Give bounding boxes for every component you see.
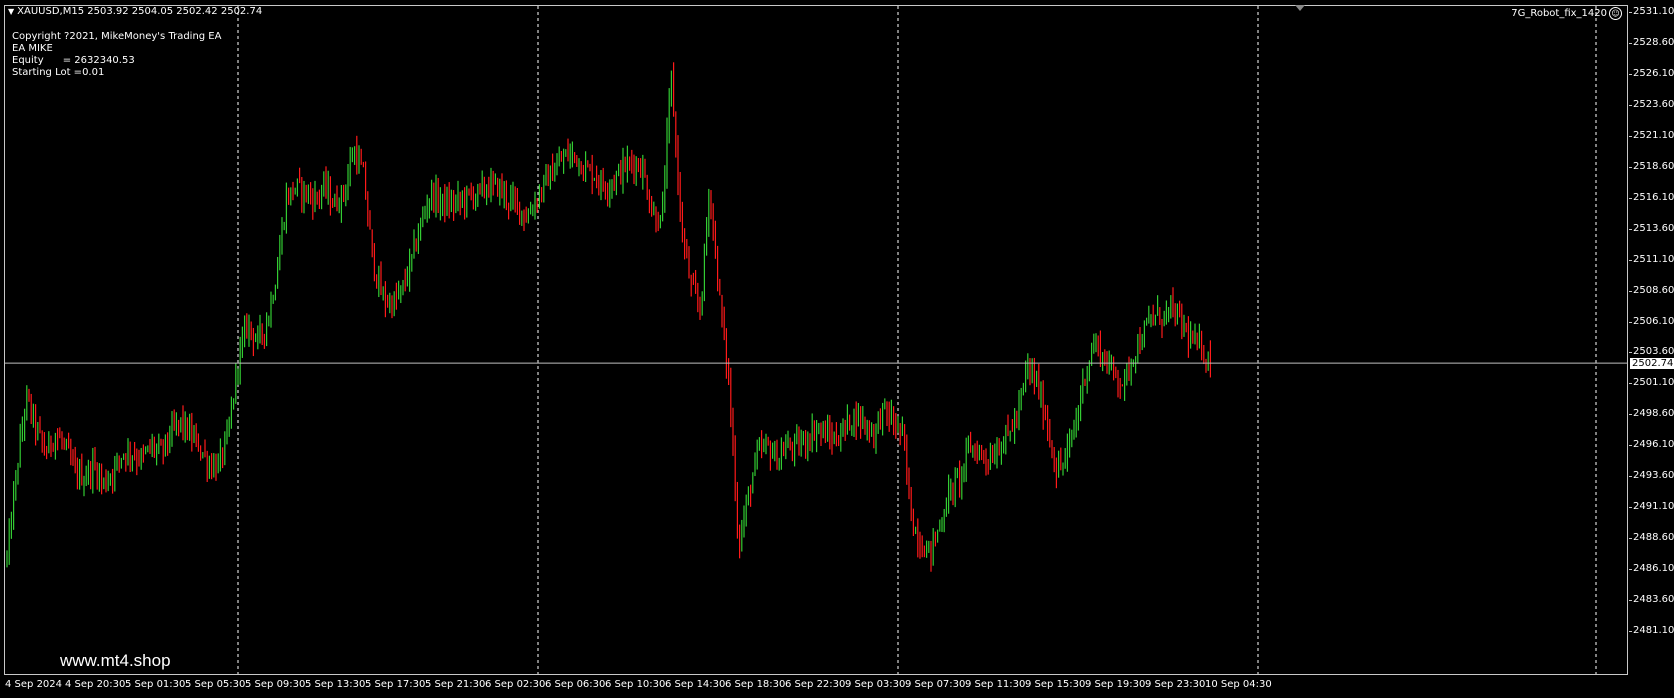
chart-window[interactable]: ▼ XAUUSD,M15 2503.92 2504.05 2502.42 2502…: [0, 0, 1674, 698]
time-tick: 9 Sep 15:30: [1025, 679, 1086, 690]
price-tick: 2511.10: [1628, 253, 1674, 265]
time-tick: 6 Sep 18:30: [725, 679, 786, 690]
price-tick: 2501.10: [1628, 377, 1674, 389]
time-tick: 5 Sep 21:30: [425, 679, 486, 690]
expert-advisor-label[interactable]: 7G_Robot_fix_1420 ☺: [1511, 7, 1622, 20]
watermark: www.mt4.shop: [60, 651, 171, 670]
price-tick: 2496.10: [1628, 439, 1674, 451]
current-price-label: 2502.74: [1630, 358, 1674, 370]
price-tick: 2518.60: [1628, 160, 1674, 172]
ea-starting-lot: Starting Lot =0.01: [12, 67, 105, 78]
symbol-info: XAUUSD,M15 2503.92 2504.05 2502.42 2502.…: [17, 6, 263, 17]
price-tick: 2526.10: [1628, 67, 1674, 79]
time-axis[interactable]: 4 Sep 2024 4 Sep 20:30 5 Sep 01:30 5 Sep 05…: [0, 676, 1629, 698]
ea-info-panel: Copyright ?2021, MikeMoney's Trading EA …: [12, 31, 221, 79]
robot-name: 7G_Robot_fix_1420: [1511, 8, 1607, 19]
time-tick: 5 Sep 05:30: [185, 679, 246, 690]
time-tick: 6 Sep 02:30: [485, 679, 546, 690]
time-tick: 6 Sep 14:30: [665, 679, 726, 690]
price-tick: 2498.60: [1628, 408, 1674, 420]
time-tick: 9 Sep 11:30: [965, 679, 1026, 690]
price-tick: 2488.60: [1628, 532, 1674, 544]
price-tick: 2508.60: [1628, 284, 1674, 296]
time-tick: 5 Sep 17:30: [365, 679, 426, 690]
time-tick: 4 Sep 2024: [5, 679, 63, 690]
time-tick: 9 Sep 19:30: [1085, 679, 1146, 690]
smiley-icon[interactable]: ☺: [1609, 7, 1622, 20]
price-tick: 2493.60: [1628, 470, 1674, 482]
ea-equity: Equity = 2632340.53: [12, 55, 135, 66]
time-tick: 9 Sep 07:30: [905, 679, 966, 690]
price-tick: 2523.60: [1628, 98, 1674, 110]
price-tick: 2506.10: [1628, 315, 1674, 327]
price-tick: 2531.10: [1628, 6, 1674, 17]
price-tick: 2486.10: [1628, 563, 1674, 575]
time-tick: 4 Sep 20:30: [65, 679, 126, 690]
price-tick: 2483.60: [1628, 594, 1674, 606]
time-tick: 5 Sep 13:30: [305, 679, 366, 690]
symbol-header: ▼ XAUUSD,M15 2503.92 2504.05 2502.42 2502…: [8, 6, 262, 17]
price-tick: 2481.10: [1628, 625, 1674, 636]
time-tick: 10 Sep 04:30: [1205, 679, 1272, 690]
price-tick: 2503.60: [1628, 346, 1674, 358]
ea-copyright: Copyright ?2021, MikeMoney's Trading EA: [12, 31, 222, 42]
time-tick: 9 Sep 23:30: [1145, 679, 1206, 690]
candlestick-chart[interactable]: [0, 0, 1674, 698]
price-tick: 2521.10: [1628, 129, 1674, 141]
time-tick: 6 Sep 10:30: [605, 679, 666, 690]
price-axis[interactable]: 2531.10 2528.60 2526.10 2523.60 2521.10 2518.…: [1628, 0, 1674, 698]
time-tick: 5 Sep 09:30: [245, 679, 306, 690]
price-tick: 2491.10: [1628, 501, 1674, 513]
time-tick: 6 Sep 22:30: [785, 679, 846, 690]
chart-shift-marker[interactable]: [1295, 5, 1305, 11]
time-tick: 5 Sep 01:30: [125, 679, 186, 690]
time-tick: 6 Sep 06:30: [545, 679, 606, 690]
price-tick: 2516.10: [1628, 191, 1674, 203]
ea-name: EA MIKE: [12, 43, 53, 54]
price-tick: 2513.60: [1628, 222, 1674, 234]
price-tick: 2528.60: [1628, 36, 1674, 48]
time-tick: 9 Sep 03:30: [845, 679, 906, 690]
triangle-down-icon[interactable]: ▼: [8, 7, 14, 16]
